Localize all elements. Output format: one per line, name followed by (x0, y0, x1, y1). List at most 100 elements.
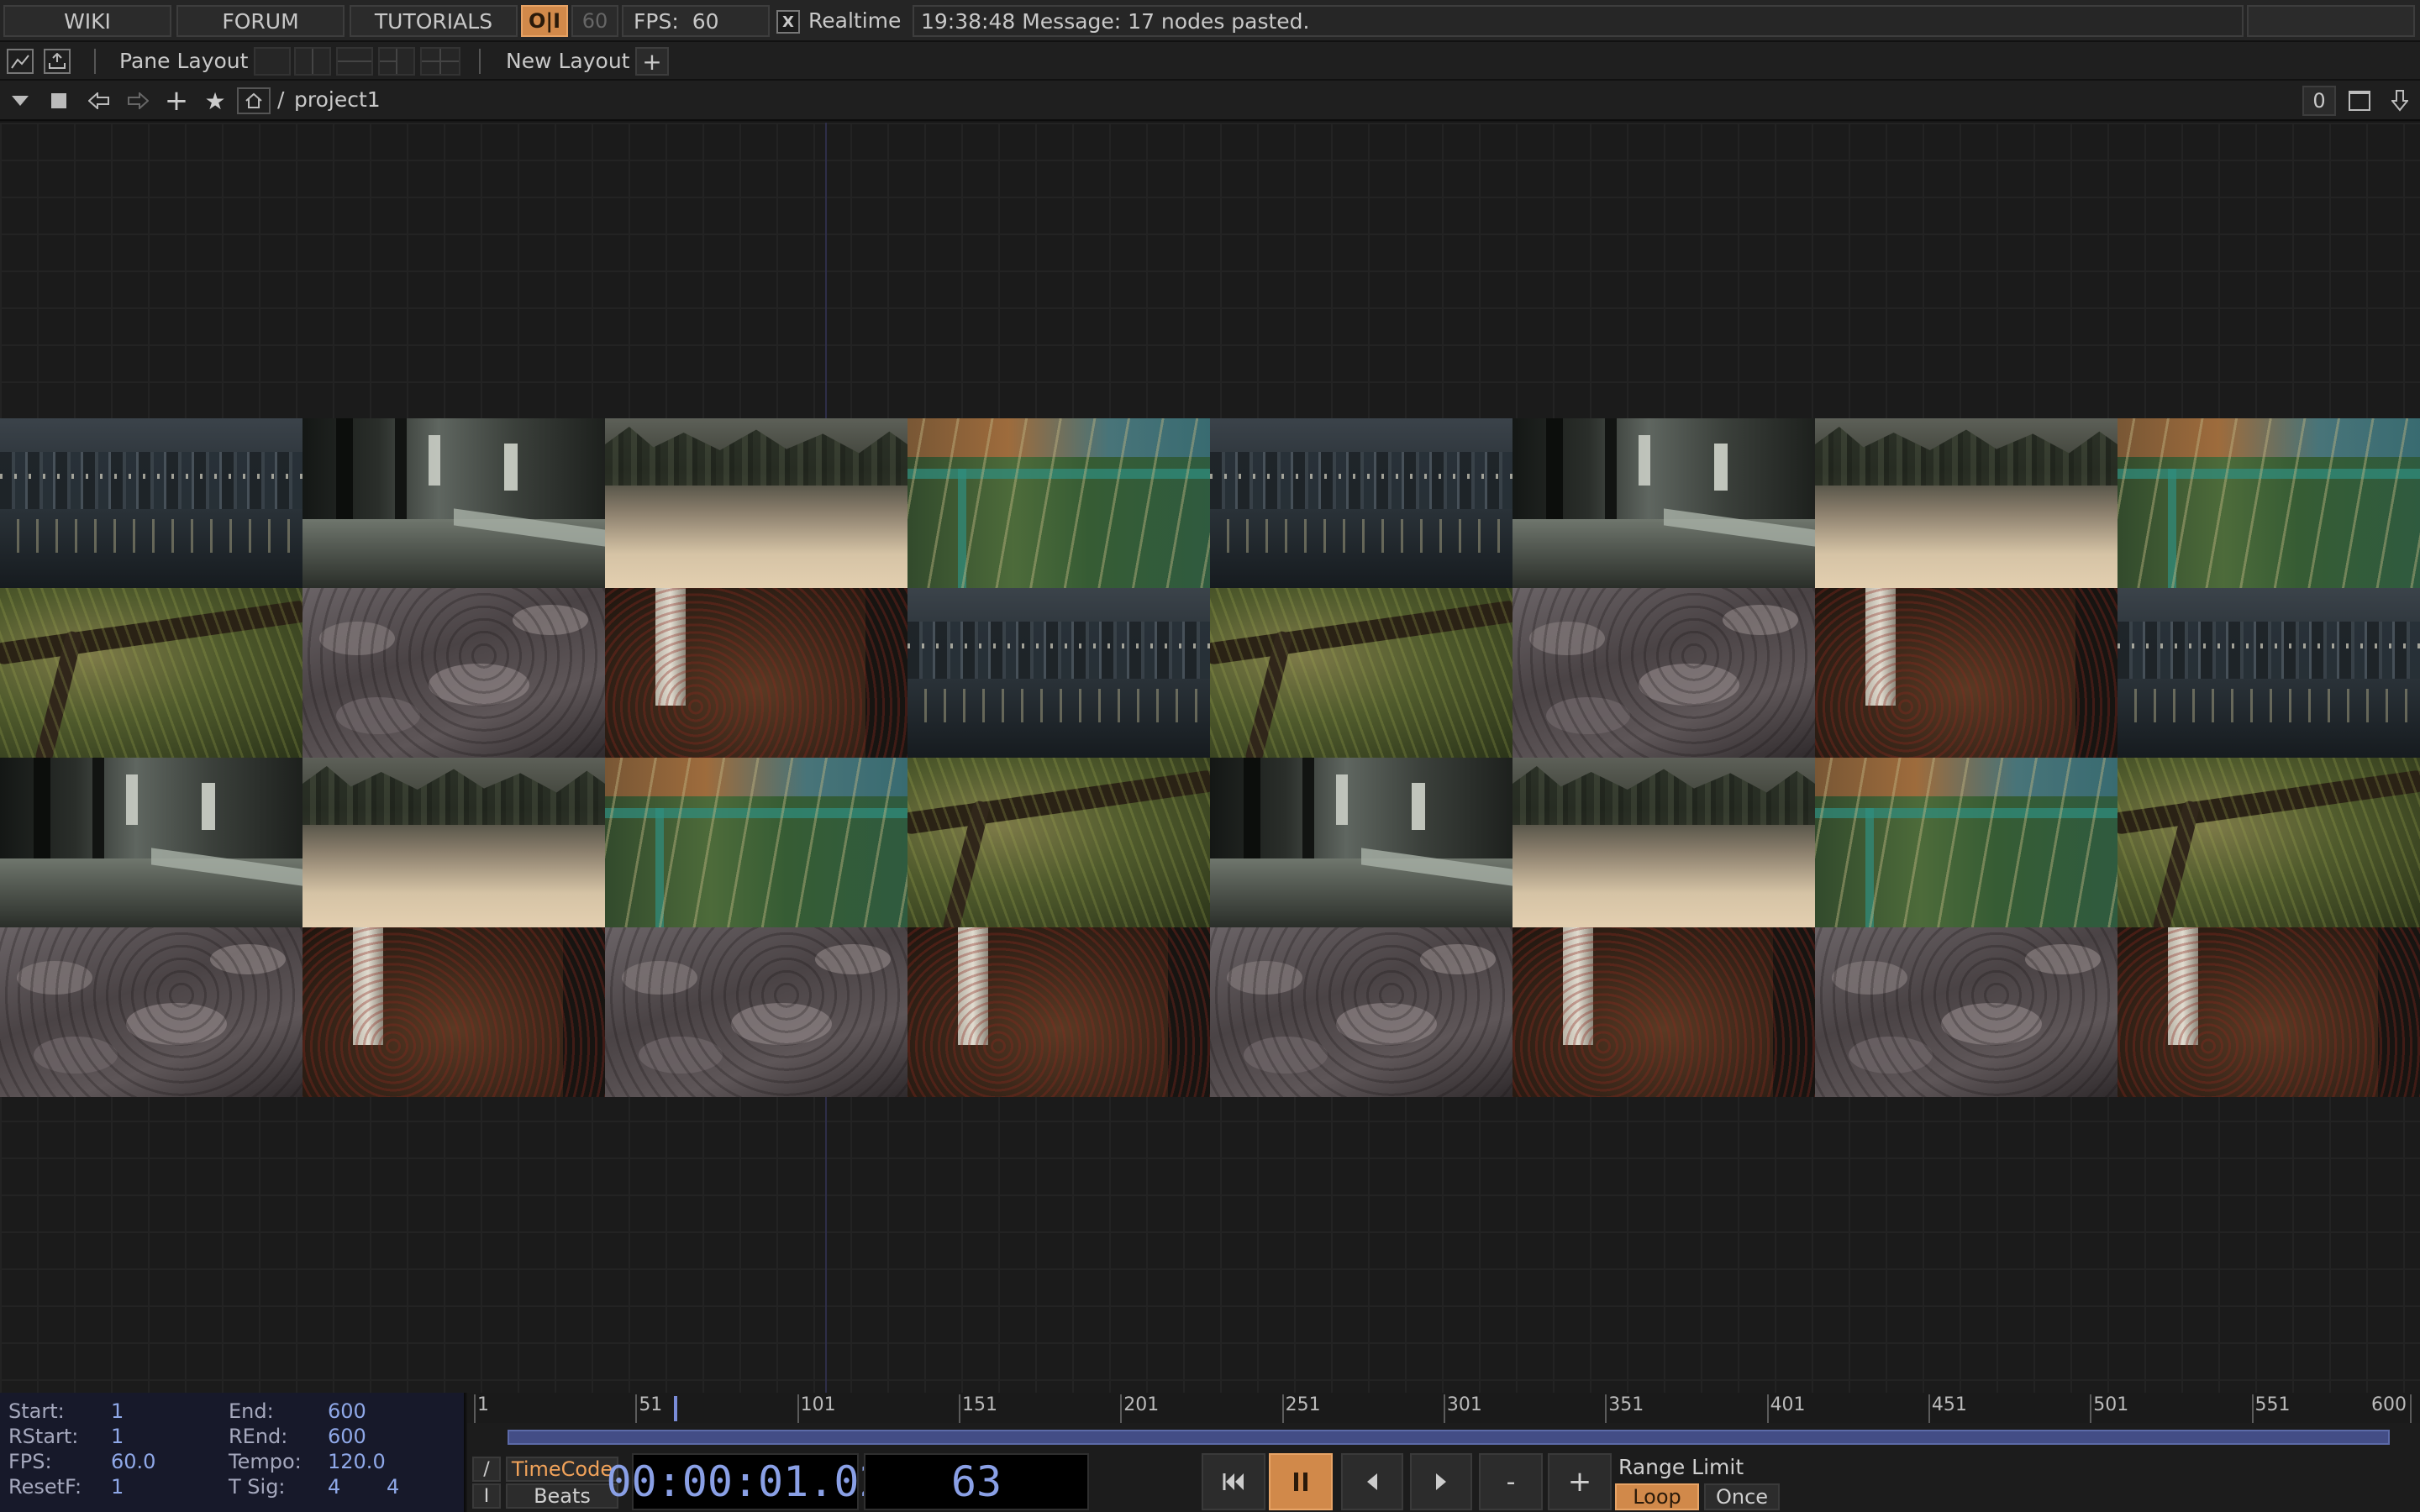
timeline-tick (1443, 1394, 1445, 1423)
chevron-down-icon[interactable] (3, 87, 37, 114)
pane-split-icon[interactable] (7, 49, 34, 74)
timeline-tick-label: 51 (639, 1394, 663, 1415)
new-layout-label: New Layout (506, 49, 630, 73)
layout-vsplit-icon[interactable] (294, 47, 331, 76)
step-forward-icon[interactable] (1410, 1453, 1472, 1510)
realtime-label: Realtime (808, 8, 902, 33)
image-tile-tree-branch (2118, 758, 2420, 927)
image-tile-forest-trunk (2118, 927, 2420, 1097)
image-tile-rocky-stream (1210, 927, 1512, 1097)
wiki-button[interactable]: WIKI (3, 5, 171, 37)
image-tile-rocky-stream (605, 927, 908, 1097)
timeline-tick-label: 1 (477, 1394, 489, 1415)
rend-value[interactable]: 600 (328, 1425, 366, 1448)
speed-up-button[interactable]: + (1548, 1453, 1612, 1510)
slash-button[interactable]: / (472, 1457, 501, 1482)
layout-three-icon[interactable] (378, 47, 415, 76)
skip-to-start-icon[interactable] (1202, 1453, 1265, 1510)
image-tile-tree-branch (1210, 588, 1512, 758)
back-arrow-icon[interactable] (82, 87, 116, 114)
image-tile-misty-lake (1815, 418, 2118, 588)
rstart-label: RStart: (8, 1425, 79, 1448)
fps-value[interactable]: 60.0 (111, 1450, 155, 1473)
divider (94, 49, 96, 74)
resetf-value[interactable]: 1 (111, 1475, 124, 1499)
realtime-checkbox[interactable]: X (776, 10, 800, 34)
fps-label: FPS: (8, 1450, 52, 1473)
message-field: 19:38:48 Message: 17 nodes pasted. (913, 5, 2244, 37)
timeline-ruler[interactable]: 1 51 101 151 201 251 301 351 401 451 501 551 600 (467, 1393, 2420, 1425)
tsig-denominator[interactable]: 4 (387, 1475, 399, 1499)
end-value[interactable]: 600 (328, 1399, 366, 1423)
add-layout-button[interactable]: + (635, 47, 669, 76)
step-back-icon[interactable] (1341, 1453, 1403, 1510)
timeline-track[interactable] (467, 1423, 2420, 1452)
export-icon[interactable] (44, 49, 71, 74)
rend-label: REnd: (229, 1425, 288, 1448)
image-tile-forest-trunk (1512, 927, 1815, 1097)
once-button[interactable]: Once (1704, 1483, 1780, 1510)
timecode-mode-button[interactable]: TimeCode (506, 1457, 618, 1482)
home-icon[interactable] (237, 87, 271, 114)
image-tile-rocky-stream (1512, 588, 1815, 758)
tsig-numerator[interactable]: 4 (328, 1475, 340, 1499)
image-tile-grass-closeup (605, 758, 908, 927)
beats-mode-button[interactable]: Beats (506, 1483, 618, 1509)
fps-display: FPS: 60 (622, 5, 770, 37)
forward-arrow-icon[interactable] (121, 87, 155, 114)
i-button[interactable]: I (472, 1483, 501, 1509)
image-tile-misty-lake (302, 758, 605, 927)
download-arrow-icon[interactable] (2381, 86, 2418, 116)
network-editor[interactable] (0, 123, 2420, 1393)
start-value[interactable]: 1 (111, 1399, 124, 1423)
image-tile-grass-closeup (1815, 758, 2118, 927)
network-path-bar: + ★ / project1 0 (0, 81, 2420, 121)
timeline-tick-label: 201 (1123, 1394, 1160, 1415)
timeline-tick (2251, 1394, 2254, 1423)
image-tile-cathedral (302, 418, 605, 588)
tempo-value[interactable]: 120.0 (328, 1450, 386, 1473)
start-label: Start: (8, 1399, 65, 1423)
rstart-value[interactable]: 1 (111, 1425, 124, 1448)
speed-down-button[interactable]: - (1479, 1453, 1543, 1510)
transport-controls: / I TimeCode Beats 00:00:01.02 63 - + Ra… (467, 1452, 2420, 1512)
layout-hsplit-icon[interactable] (336, 47, 373, 76)
resetf-label: ResetF: (8, 1475, 82, 1499)
timeline-tick (958, 1394, 960, 1423)
tutorials-button[interactable]: TUTORIALS (350, 5, 518, 37)
pause-icon[interactable] (1269, 1453, 1333, 1510)
pane-layout-bar: Pane Layout New Layout + (0, 42, 2420, 81)
image-tile-city-night (0, 418, 302, 588)
timeline-tick (1928, 1394, 1930, 1423)
layout-single-icon[interactable] (254, 47, 291, 76)
forum-button[interactable]: FORUM (176, 5, 345, 37)
maximize-icon[interactable] (2341, 86, 2378, 116)
loop-button[interactable]: Loop (1615, 1483, 1699, 1510)
image-tile-forest-trunk (605, 588, 908, 758)
timeline-tick (2090, 1394, 2092, 1423)
timeline-tick-label: 501 (2093, 1394, 2129, 1415)
fps-value: 60 (692, 8, 719, 34)
range-bar[interactable] (508, 1430, 2390, 1445)
divider (479, 49, 481, 74)
image-tile-grass-closeup (908, 418, 1210, 588)
breadcrumb[interactable]: project1 (294, 87, 381, 112)
frame-display[interactable]: 63 (864, 1453, 1089, 1510)
pane-layout-label: Pane Layout (119, 49, 249, 73)
layout-quad-icon[interactable] (420, 47, 460, 76)
add-icon[interactable]: + (160, 84, 193, 118)
fps-cap-button[interactable]: 60 (571, 5, 618, 37)
breadcrumb-separator: / (277, 87, 285, 112)
oi-toggle-button[interactable]: O|I (521, 5, 568, 37)
timeline-tick-label: 251 (1285, 1394, 1321, 1415)
image-tile-tree-branch (908, 758, 1210, 927)
stop-icon[interactable] (44, 87, 74, 114)
top-right-field[interactable] (2247, 5, 2415, 37)
timecode-display[interactable]: 00:00:01.02 (606, 1453, 885, 1510)
image-tile-tree-branch (0, 588, 302, 758)
star-icon[interactable]: ★ (198, 87, 232, 115)
timeline-tick (1766, 1394, 1769, 1423)
image-tile-forest-trunk (302, 927, 605, 1097)
playhead[interactable] (674, 1396, 678, 1421)
image-tile-misty-lake (1512, 758, 1815, 927)
